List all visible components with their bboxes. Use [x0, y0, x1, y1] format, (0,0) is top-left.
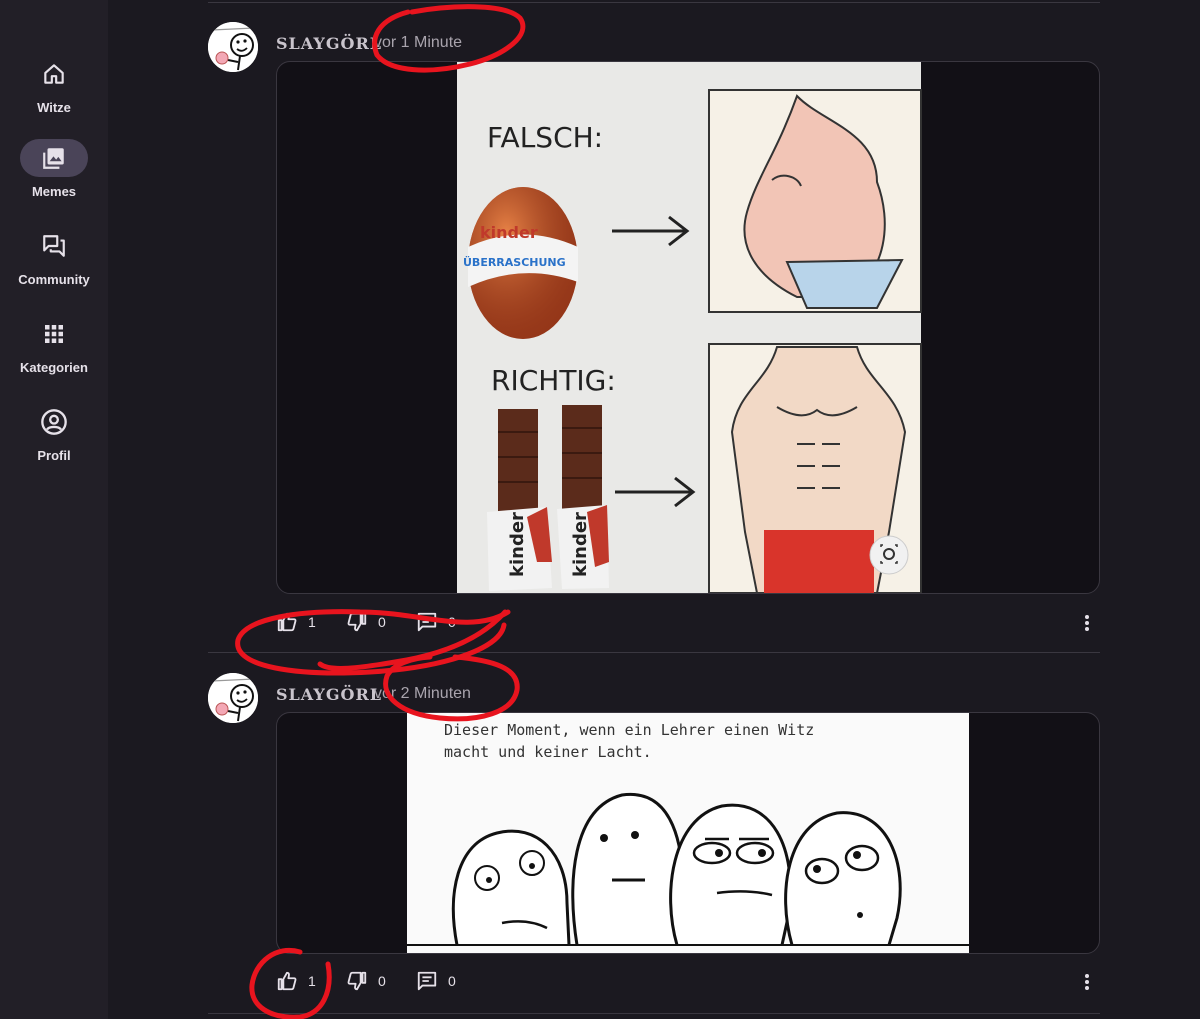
thumbs-up-icon	[277, 612, 297, 632]
account-circle-icon	[20, 403, 88, 441]
feed-divider	[208, 652, 1100, 653]
avatar[interactable]	[208, 673, 258, 723]
nav-label: Profil	[37, 448, 71, 463]
navigation-rail: Witze Memes Community Kategorien Profil	[0, 0, 108, 1019]
nav-label: Community	[18, 272, 90, 287]
meme-post: SLAYGÖRL vor 2 Minuten Dieser Moment, we…	[208, 673, 1100, 1009]
avatar[interactable]	[208, 22, 258, 72]
comment-count: 0	[448, 973, 456, 989]
dislike-button[interactable]: 0	[346, 611, 386, 633]
egg-sub: ÜBERRASCHUNG	[463, 255, 566, 269]
post-timestamp: vor 1 Minute	[374, 34, 463, 51]
meme-image: FALSCH: kinder ÜBERRASCHUNG RICHTIG: kin…	[457, 62, 922, 593]
meme-image-card[interactable]: FALSCH: kinder ÜBERRASCHUNG RICHTIG: kin…	[276, 61, 1100, 594]
meme-label-falsch: FALSCH:	[487, 121, 603, 154]
forum-icon	[20, 227, 88, 265]
dislike-button[interactable]: 0	[346, 970, 386, 992]
post-timestamp: vor 2 Minuten	[374, 685, 471, 702]
nav-item-memes[interactable]: Memes	[0, 139, 108, 199]
meme-label-richtig: RICHTIG:	[491, 364, 616, 397]
image-gallery-icon	[20, 139, 88, 177]
thumbs-up-icon	[277, 971, 297, 991]
meme-caption-line2: macht und keiner Lacht.	[444, 743, 652, 761]
comment-button[interactable]: 0	[416, 611, 456, 633]
nav-label: Memes	[31, 184, 77, 199]
meme-image-card[interactable]: Dieser Moment, wenn ein Lehrer einen Wit…	[276, 712, 1100, 954]
nav-item-kategorien[interactable]: Kategorien	[0, 315, 108, 375]
more-options-icon[interactable]	[1080, 970, 1094, 994]
nav-label: Kategorien	[20, 360, 88, 375]
nav-item-witze[interactable]: Witze	[0, 55, 108, 115]
nav-label: Witze	[37, 100, 71, 115]
like-count: 1	[308, 973, 316, 989]
more-options-icon[interactable]	[1080, 611, 1094, 635]
post-author[interactable]: SLAYGÖRL	[276, 685, 382, 704]
post-actions: 1 0 0	[276, 970, 1098, 994]
thumbs-down-icon	[347, 612, 367, 632]
like-button[interactable]: 1	[276, 970, 316, 992]
bar-brand: kinder	[507, 512, 528, 577]
meme-caption-line1: Dieser Moment, wenn ein Lehrer einen Wit…	[444, 721, 814, 739]
bar-brand: kinder	[570, 512, 591, 577]
like-count: 1	[308, 614, 316, 630]
comment-icon	[417, 971, 437, 991]
feed-divider	[208, 2, 1100, 3]
post-author[interactable]: SLAYGÖRL	[276, 34, 382, 53]
like-button[interactable]: 1	[276, 611, 316, 633]
nav-item-profil[interactable]: Profil	[0, 403, 108, 463]
comment-icon	[417, 612, 437, 632]
meme-image: Dieser Moment, wenn ein Lehrer einen Wit…	[407, 713, 969, 953]
dislike-count: 0	[378, 973, 386, 989]
egg-brand: kinder	[480, 223, 538, 242]
post-actions: 1 0 0	[276, 611, 1098, 635]
meme-post: SLAYGÖRL vor 1 Minute FALSCH: kinder ÜBE…	[208, 22, 1100, 642]
nav-item-community[interactable]: Community	[0, 227, 108, 287]
feed-divider	[208, 1013, 1100, 1014]
apps-grid-icon	[20, 315, 88, 353]
comment-button[interactable]: 0	[416, 970, 456, 992]
comment-count: 0	[448, 614, 456, 630]
thumbs-down-icon	[347, 971, 367, 991]
home-icon	[20, 55, 88, 93]
dislike-count: 0	[378, 614, 386, 630]
